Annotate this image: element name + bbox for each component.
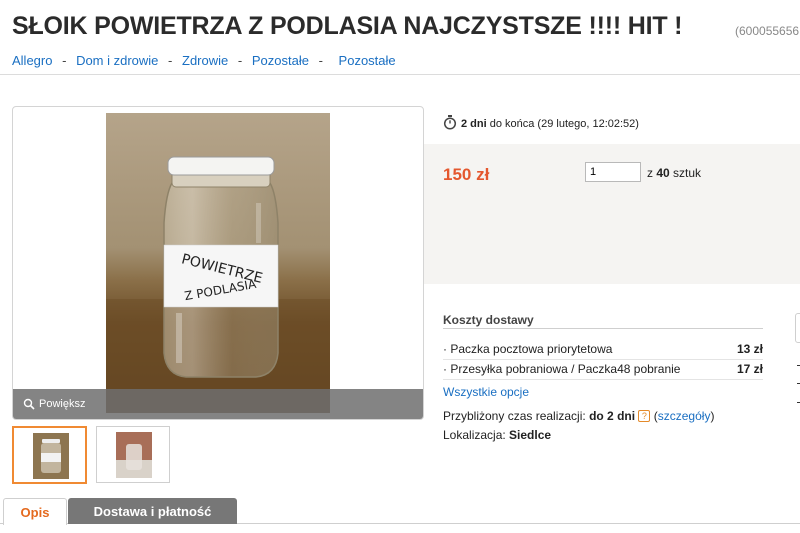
auction-timer: 2 dni do końca (29 lutego, 12:02:52) (443, 115, 639, 133)
cropped-button[interactable] (795, 313, 800, 343)
tab-dostawa-i-platnosc[interactable]: Dostawa i płatność (68, 498, 237, 524)
stopwatch-icon (443, 115, 457, 133)
thumbnail-2[interactable] (96, 426, 170, 483)
location: Lokalizacja: Siedlce (443, 428, 551, 442)
breadcrumb: Allegro - Dom i zdrowie - Zdrowie - Pozo… (12, 53, 396, 68)
shipping-heading: Koszty dostawy (443, 313, 534, 327)
location-value: Siedlce (509, 428, 552, 442)
shipping-option-price: 17 zł (736, 362, 763, 376)
quantity-count: 40 (656, 166, 670, 180)
shipping-option-name: Przesyłka pobraniowa / Paczka48 pobranie (450, 362, 681, 376)
time-left-detail: do końca (29 lutego, 12:02:52) (489, 118, 639, 130)
help-icon[interactable]: ? (638, 410, 651, 422)
breadcrumb-separator: - (62, 53, 67, 68)
breadcrumb-dom-i-zdrowie[interactable]: Dom i zdrowie (76, 53, 158, 68)
quantity-input[interactable] (585, 162, 641, 182)
shipping-divider (443, 328, 763, 329)
eta-label: Przybliżony czas realizacji: (443, 409, 586, 423)
breadcrumb-allegro[interactable]: Allegro (12, 53, 52, 68)
product-gallery: POWIETRZE Z PODLASIA Powiększ (12, 106, 424, 420)
thumbnail-1[interactable] (12, 426, 87, 484)
breadcrumb-separator: - (237, 53, 243, 68)
page-title: SŁOIK POWIETRZA Z PODLASIA NAJCZYSTSZE !… (12, 12, 683, 40)
header-divider (0, 74, 800, 75)
eta-value: do 2 dni (589, 409, 636, 423)
shipping-option: · Paczka pocztowa priorytetowa 13 zł (443, 339, 763, 360)
breadcrumb-pozostale-sub[interactable]: Pozostałe (339, 53, 396, 68)
breadcrumb-separator: - (168, 53, 173, 68)
shipping-option-name: Paczka pocztowa priorytetowa (450, 342, 613, 356)
jar-illustration: POWIETRZE Z PODLASIA (106, 156, 330, 413)
item-id: (600055656 (735, 24, 800, 38)
quantity-unit: sztuk (673, 166, 702, 180)
tab-opis[interactable]: Opis (3, 498, 67, 525)
zoom-bar[interactable]: Powiększ (13, 389, 423, 419)
all-shipping-options-link[interactable]: Wszystkie opcje (443, 385, 529, 399)
magnifier-icon (23, 398, 35, 413)
breadcrumb-pozostale[interactable]: Pozostałe (252, 53, 309, 68)
shipping-option: · Przesyłka pobraniowa / Paczka48 pobran… (443, 359, 763, 380)
product-photo[interactable]: POWIETRZE Z PODLASIA (106, 113, 330, 413)
quantity-available: z 40 sztuk (647, 166, 701, 180)
shipping-option-price: 13 zł (736, 342, 763, 356)
breadcrumb-zdrowie[interactable]: Zdrowie (182, 53, 228, 68)
price: 150 zł (443, 165, 490, 184)
breadcrumb-separator: - (318, 53, 323, 68)
location-label: Lokalizacja: (443, 428, 506, 442)
zoom-label: Powiększ (39, 398, 86, 410)
delivery-eta: Przybliżony czas realizacji: do 2 dni ? … (443, 409, 715, 423)
time-left: 2 dni (461, 118, 487, 130)
quantity-prefix: z (647, 166, 653, 180)
thumbnail-jar-image (116, 432, 152, 478)
eta-details-link[interactable]: szczegóły (658, 409, 711, 423)
thumbnail-jar-image (33, 433, 69, 479)
